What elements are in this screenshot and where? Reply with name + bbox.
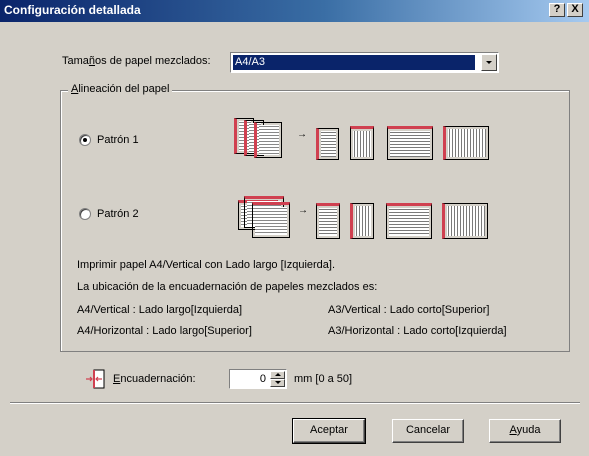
pattern2-label[interactable]: Patrón 2 bbox=[97, 208, 139, 220]
binding-value[interactable]: 0 bbox=[260, 373, 266, 385]
page-pattern2-a4-horizontal-icon bbox=[350, 203, 374, 239]
cancel-button[interactable]: Cancelar bbox=[392, 419, 464, 443]
accept-button[interactable]: Aceptar bbox=[292, 418, 366, 444]
close-icon[interactable]: X bbox=[567, 3, 583, 17]
page-a3-vertical-top-icon bbox=[387, 126, 433, 160]
pattern2-radio[interactable] bbox=[79, 208, 91, 220]
location-a4-vertical: A4/Vertical : Lado largo[Izquierda] bbox=[77, 304, 243, 316]
binding-location-heading: La ubicación de la encuadernación de pap… bbox=[77, 281, 378, 293]
page-a4-horizontal-top-icon bbox=[350, 126, 374, 160]
arrow-right-icon-2: → bbox=[298, 205, 308, 216]
paper-sizes-value: A4/A3 bbox=[233, 55, 475, 70]
page-pattern2-a3-vertical-icon bbox=[386, 203, 432, 239]
paper-sizes-dropdown[interactable]: A4/A3 bbox=[230, 52, 499, 73]
page-pattern2-a4-vertical-icon bbox=[316, 203, 340, 239]
paper-alignment-legend: Alineación del papel bbox=[68, 83, 173, 95]
binding-spinner[interactable]: 0 bbox=[229, 369, 287, 389]
binding-label: Encuadernación: bbox=[113, 373, 196, 385]
mixed-pages-vertical-icon bbox=[234, 118, 288, 158]
chevron-down-icon[interactable] bbox=[481, 54, 497, 71]
separator bbox=[10, 402, 580, 404]
help-button[interactable]: Ayuda bbox=[489, 419, 561, 443]
radio-selected-dot bbox=[83, 138, 87, 142]
alignment-description: Imprimir papel A4/Vertical con Lado larg… bbox=[77, 259, 336, 271]
page-a3-horizontal-left-icon bbox=[443, 126, 489, 160]
location-a4-horizontal: A4/Horizontal : Lado largo[Superior] bbox=[77, 325, 252, 337]
spin-down-icon[interactable] bbox=[270, 379, 285, 387]
pattern1-label[interactable]: Patrón 1 bbox=[97, 134, 139, 146]
settings-dialog: Configuración detallada ? X Tamaños de p… bbox=[0, 0, 589, 456]
help-icon[interactable]: ? bbox=[549, 3, 565, 17]
dialog-title: Configuración detallada bbox=[4, 3, 141, 17]
page-pattern2-a3-horizontal-icon bbox=[442, 203, 488, 239]
binding-margin-icon bbox=[85, 369, 105, 389]
location-a3-horizontal: A3/Horizontal : Lado corto[Izquierda] bbox=[328, 325, 507, 337]
binding-unit: mm [0 a 50] bbox=[294, 373, 353, 385]
paper-sizes-label: Tamaños de papel mezclados: bbox=[62, 55, 211, 67]
title-bar[interactable]: Configuración detallada ? X bbox=[0, 0, 589, 22]
arrow-right-icon: → bbox=[297, 129, 307, 140]
page-a4-vertical-left-icon bbox=[316, 128, 339, 160]
pattern1-radio[interactable] bbox=[79, 134, 91, 146]
spin-up-icon[interactable] bbox=[270, 371, 285, 379]
location-a3-vertical: A3/Vertical : Lado corto[Superior] bbox=[328, 304, 490, 316]
mixed-pages-horizontal-icon bbox=[238, 194, 294, 240]
